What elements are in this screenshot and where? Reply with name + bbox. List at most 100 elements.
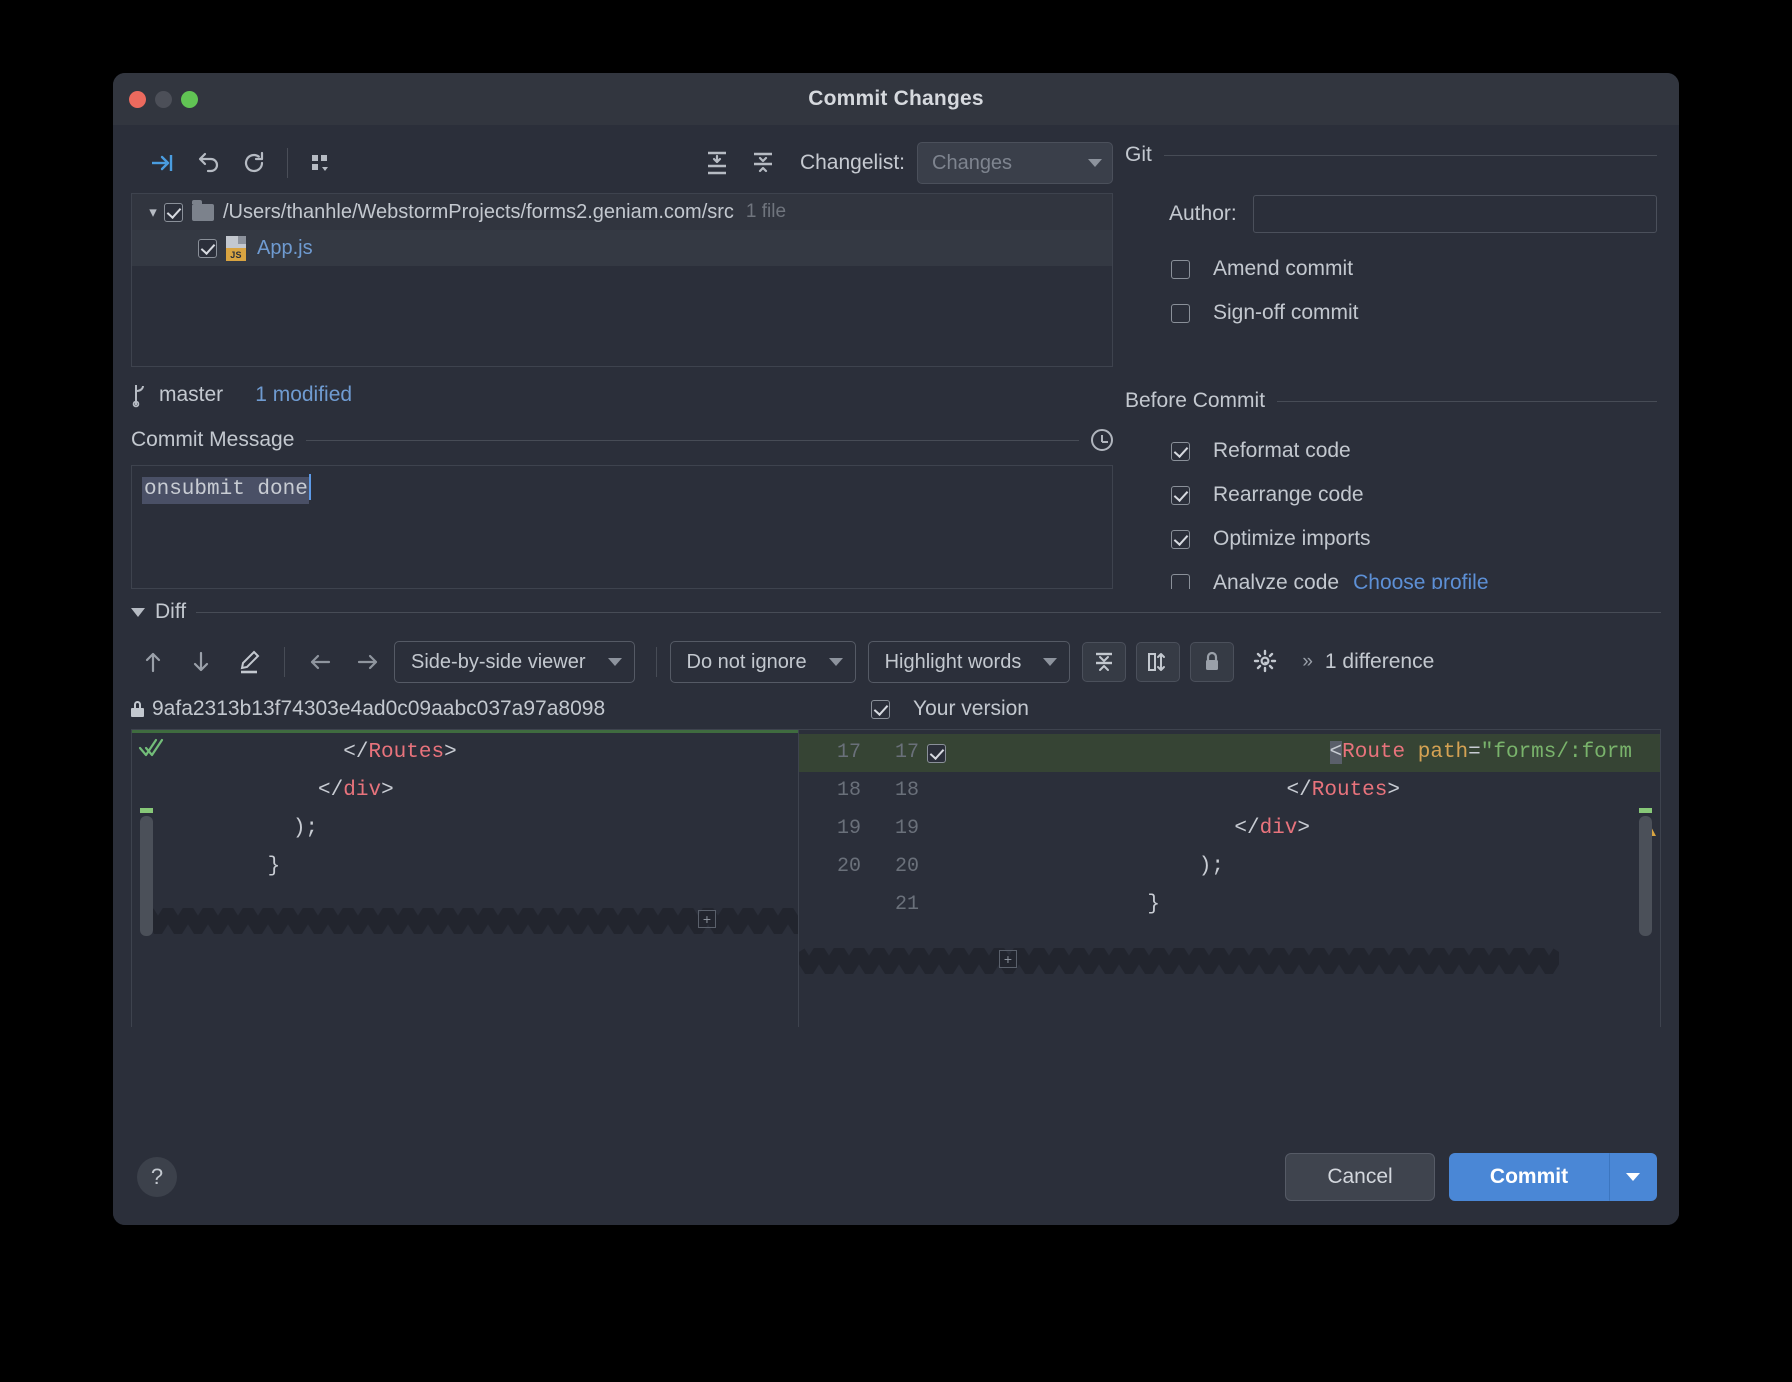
folded-region-right: [799, 948, 1660, 974]
revert-icon[interactable]: [185, 143, 231, 183]
next-difference-icon[interactable]: [179, 642, 223, 682]
diff-row: 20 20 );: [799, 848, 1660, 886]
directory-path: /Users/thanhle/WebstormProjects/forms2.g…: [223, 201, 734, 224]
analyze-code-checkbox[interactable]: [1171, 574, 1190, 590]
chevron-down-icon: [608, 658, 622, 666]
old-line-number: 17: [799, 734, 861, 772]
scrollbar-thumb-left[interactable]: [140, 816, 153, 936]
expand-all-icon[interactable]: [694, 143, 740, 183]
choose-profile-link[interactable]: Choose profile: [1353, 571, 1488, 589]
new-line-number: 21: [861, 886, 919, 924]
collapse-unchanged-icon[interactable]: [1082, 642, 1126, 682]
collapse-all-icon[interactable]: [740, 143, 786, 183]
divider: [1277, 401, 1657, 402]
signoff-commit-checkbox[interactable]: [1171, 304, 1190, 323]
new-line-number: 19: [861, 810, 919, 848]
analyze-code-row[interactable]: Analyze code Choose profile: [1171, 561, 1657, 589]
branch-name: master: [159, 383, 223, 407]
folder-icon: [192, 204, 214, 221]
diff-header: Diff: [131, 589, 1661, 635]
divider: [1164, 155, 1657, 156]
chevron-down-icon: [829, 658, 843, 666]
upper-section: Changelist: Changes ▾ /Users/thanhle/Web: [113, 125, 1679, 589]
amend-commit-label: Amend commit: [1213, 257, 1353, 281]
amend-commit-row[interactable]: Amend commit: [1171, 247, 1657, 291]
highlight-mode-select[interactable]: Highlight words: [868, 641, 1071, 683]
expand-fold-button[interactable]: +: [999, 950, 1017, 968]
collapse-diff-icon[interactable]: [131, 608, 145, 617]
toggle-panes-icon[interactable]: [1136, 642, 1180, 682]
amend-commit-checkbox[interactable]: [1171, 260, 1190, 279]
your-version-checkbox[interactable]: [871, 700, 890, 719]
diff-pane-left[interactable]: </Routes> </div> ); } +: [132, 730, 798, 1027]
diff-row: 19 19 </div>: [799, 810, 1660, 848]
maximize-window-button[interactable]: [181, 91, 198, 108]
rearrange-code-checkbox[interactable]: [1171, 486, 1190, 505]
edit-source-icon[interactable]: [227, 642, 271, 682]
changelist-label: Changelist:: [800, 151, 905, 175]
diff-settings-icon[interactable]: [1244, 642, 1288, 682]
change-marker-right: [1639, 808, 1652, 813]
diff-toolbar: Side-by-side viewer Do not ignore Highli…: [131, 635, 1661, 689]
commit-button-group: Commit: [1449, 1153, 1657, 1201]
viewer-mode-value: Side-by-side viewer: [411, 651, 586, 674]
cancel-button[interactable]: Cancel: [1285, 1153, 1435, 1201]
accept-right-icon[interactable]: [346, 642, 390, 682]
accept-left-icon[interactable]: [298, 642, 342, 682]
left-version: 9afa2313b13f74303e4ad0c09aabc037a97a8098: [131, 697, 871, 721]
diff-panes[interactable]: </Routes> </div> ); } +: [131, 729, 1661, 1027]
directory-checkbox[interactable]: [164, 203, 183, 222]
commit-message-value: onsubmit done: [142, 477, 309, 504]
scrollbar-thumb-right[interactable]: [1639, 816, 1652, 936]
left-column: Changelist: Changes ▾ /Users/thanhle/Web: [113, 125, 1113, 589]
expand-fold-button[interactable]: +: [698, 910, 716, 928]
changed-files-tree[interactable]: ▾ /Users/thanhle/WebstormProjects/forms2…: [131, 193, 1113, 367]
file-checkbox[interactable]: [198, 239, 217, 258]
code-line: );: [192, 810, 798, 848]
changelist-select[interactable]: Changes: [917, 142, 1113, 184]
rearrange-code-row[interactable]: Rearrange code: [1171, 473, 1657, 517]
old-line-number: 19: [799, 810, 861, 848]
left-version-hash: 9afa2313b13f74303e4ad0c09aabc037a97a8098: [152, 697, 605, 721]
old-line-number: 20: [799, 848, 861, 886]
signoff-commit-row[interactable]: Sign-off commit: [1171, 291, 1657, 335]
reformat-code-checkbox[interactable]: [1171, 442, 1190, 461]
modified-count[interactable]: 1 modified: [255, 383, 352, 407]
commit-button[interactable]: Commit: [1449, 1153, 1609, 1201]
accept-change-icon[interactable]: [138, 736, 164, 760]
chevron-down-icon[interactable]: ▾: [142, 203, 164, 221]
divider: [306, 440, 1079, 441]
optimize-imports-row[interactable]: Optimize imports: [1171, 517, 1657, 561]
lock-icon[interactable]: [1190, 642, 1234, 682]
diff-pane-right[interactable]: 17 17 <Route path="forms/:form: [799, 730, 1660, 1027]
include-change-checkbox[interactable]: [927, 744, 946, 763]
branch-status-row: master 1 modified: [131, 367, 1113, 423]
viewer-mode-select[interactable]: Side-by-side viewer: [394, 641, 635, 683]
right-version-label: Your version: [913, 697, 1029, 721]
git-section-header: Git: [1125, 135, 1657, 175]
chevrons-right-icon[interactable]: »: [1302, 651, 1313, 673]
minimize-window-button[interactable]: [155, 91, 172, 108]
git-branch-icon: [131, 382, 149, 408]
author-field[interactable]: [1253, 195, 1657, 233]
toolbar-separator: [287, 148, 288, 178]
dialog-footer: ? Cancel Commit: [113, 1129, 1679, 1225]
collapse-to-selection-icon[interactable]: [139, 143, 185, 183]
reformat-code-row[interactable]: Reformat code: [1171, 429, 1657, 473]
tree-row-directory[interactable]: ▾ /Users/thanhle/WebstormProjects/forms2…: [132, 194, 1112, 230]
clock-icon[interactable]: [1091, 429, 1113, 451]
help-button[interactable]: ?: [137, 1157, 177, 1197]
commit-options-button[interactable]: [1609, 1153, 1657, 1201]
tree-row-file[interactable]: JS App.js: [132, 230, 1112, 266]
optimize-imports-label: Optimize imports: [1213, 527, 1371, 551]
directory-file-count: 1 file: [746, 201, 786, 223]
optimize-imports-checkbox[interactable]: [1171, 530, 1190, 549]
divider: [196, 612, 1661, 613]
commit-message-input[interactable]: onsubmit done: [131, 465, 1113, 589]
difference-count: 1 difference: [1325, 650, 1434, 674]
ignore-mode-select[interactable]: Do not ignore: [670, 641, 856, 683]
group-by-icon[interactable]: [298, 143, 344, 183]
previous-difference-icon[interactable]: [131, 642, 175, 682]
refresh-icon[interactable]: [231, 143, 277, 183]
close-window-button[interactable]: [129, 91, 146, 108]
